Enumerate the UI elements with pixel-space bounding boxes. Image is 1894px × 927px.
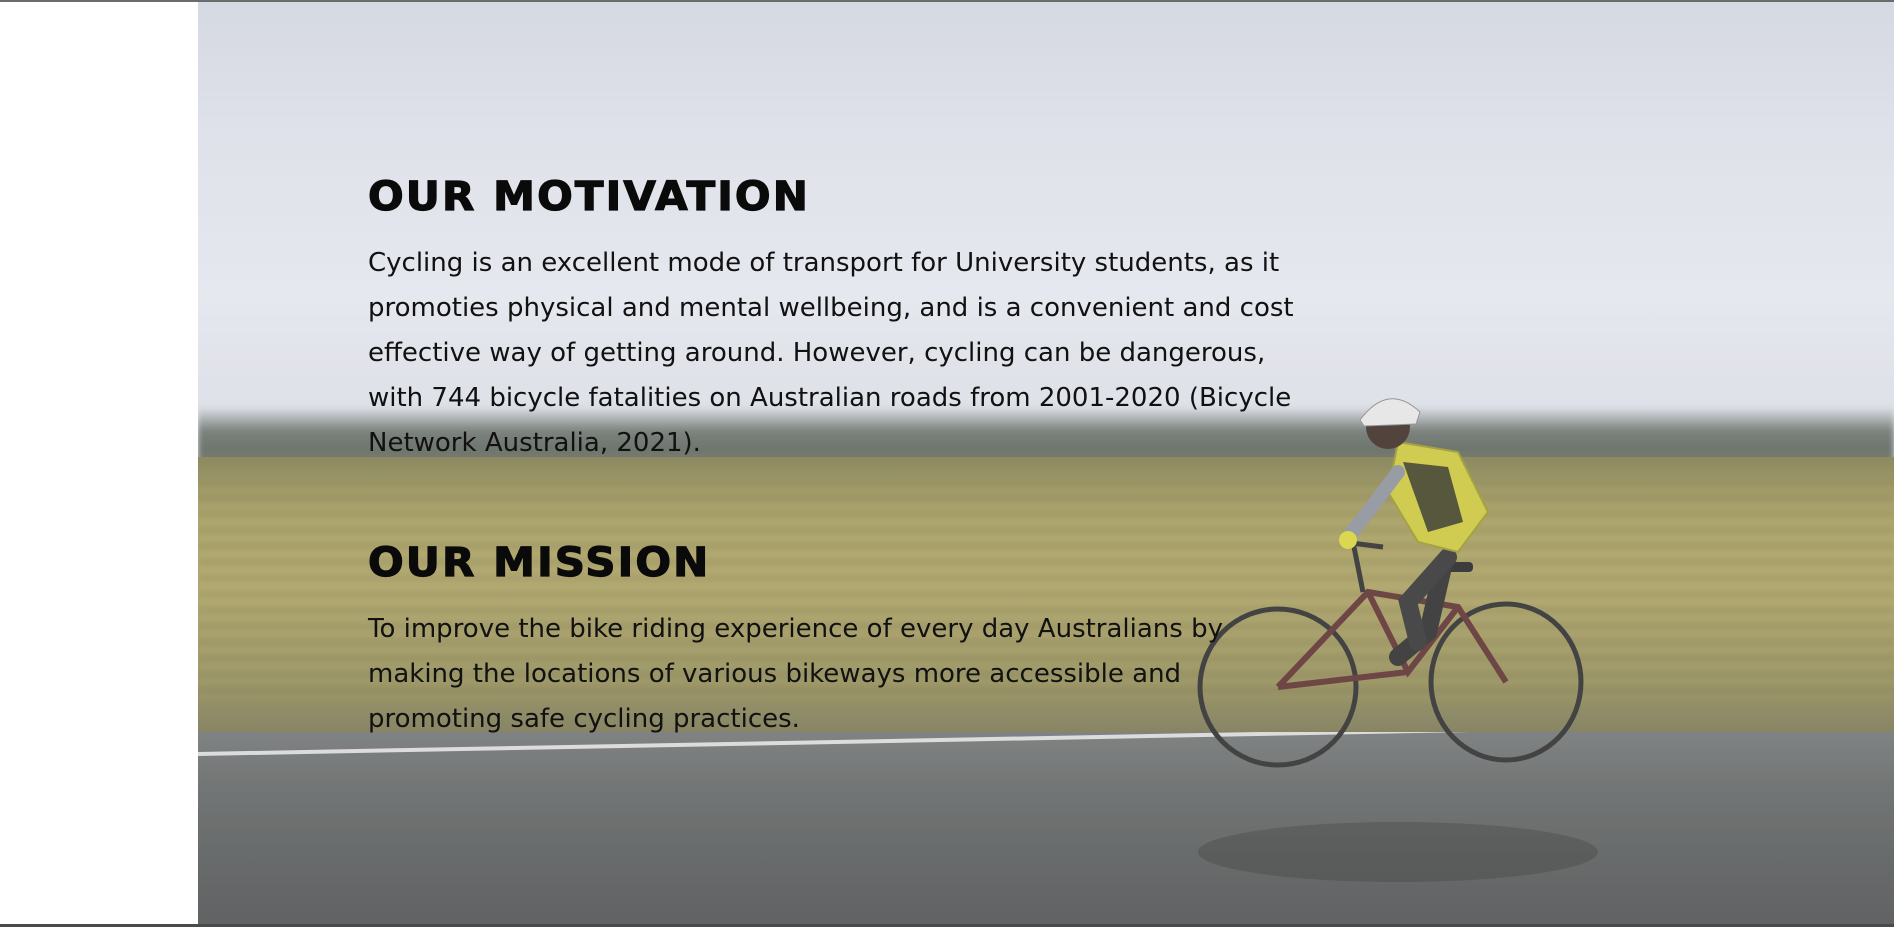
page: OUR MOTIVATION Cycling is an excellent m… xyxy=(0,0,1894,927)
mission-text: To improve the bike riding experience of… xyxy=(368,614,1223,734)
left-gutter xyxy=(0,2,198,927)
motivation-heading: OUR MOTIVATION xyxy=(367,173,810,220)
motivation-text: Cycling is an excellent mode of transpor… xyxy=(368,248,1294,458)
mission-heading: OUR MISSION xyxy=(367,539,711,586)
